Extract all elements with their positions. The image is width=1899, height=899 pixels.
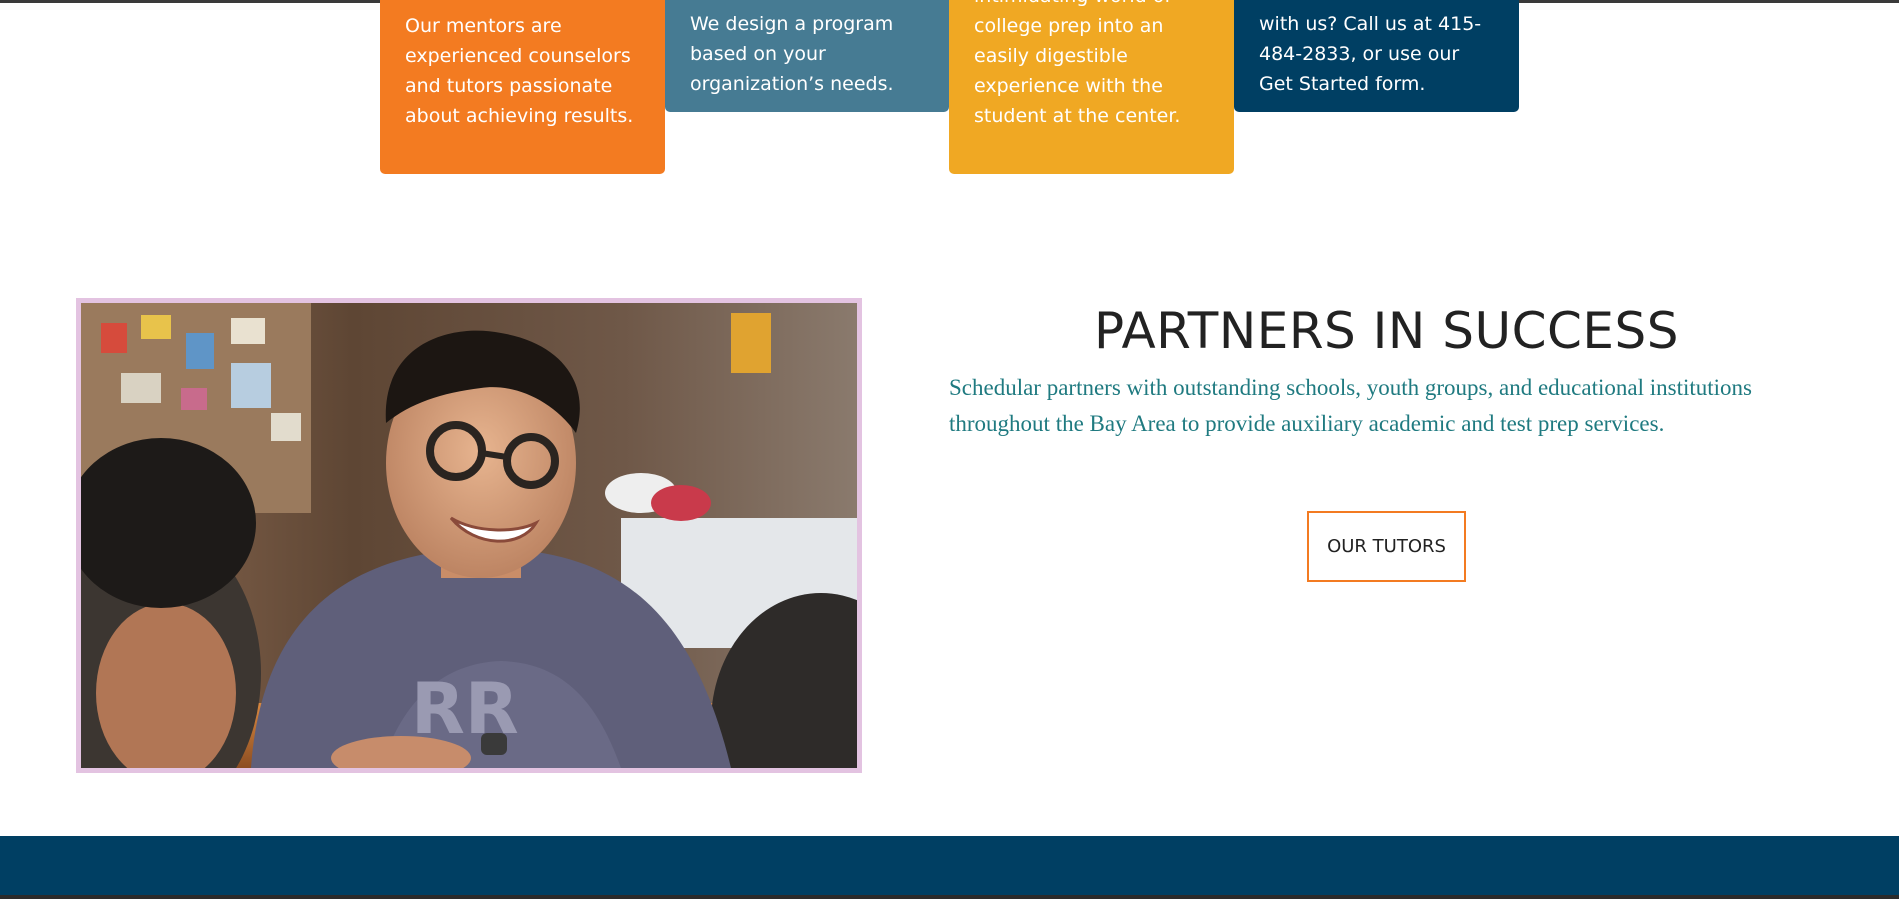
feature-card-contact: with us? Call us at 415-484-2833, or use… (1234, 0, 1519, 112)
our-tutors-button[interactable]: OUR TUTORS (1307, 511, 1466, 582)
feature-card-text: with us? Call us at 415-484-2833, or use… (1259, 13, 1482, 95)
feature-card-text: We design a program based on your organi… (690, 13, 894, 95)
feature-card-text: Our mentors are experienced counselors a… (405, 15, 634, 127)
feature-card-text: intimidating world of college prep into … (974, 0, 1181, 127)
bottom-border (0, 895, 1899, 899)
partners-description: Schedular partners with outstanding scho… (949, 375, 1752, 436)
page-title: PARTNERS IN SUCCESS (1094, 302, 1679, 360)
page: Our mentors are experienced counselors a… (0, 0, 1899, 899)
feature-card-mentors: Our mentors are experienced counselors a… (380, 0, 665, 174)
tutor-photo-image: RR (81, 303, 857, 768)
feature-card-college-prep: intimidating world of college prep into … (949, 0, 1234, 174)
tutor-photo: RR (76, 298, 862, 773)
feature-card-program: We design a program based on your organi… (665, 0, 949, 112)
footer-bar (0, 836, 1899, 895)
